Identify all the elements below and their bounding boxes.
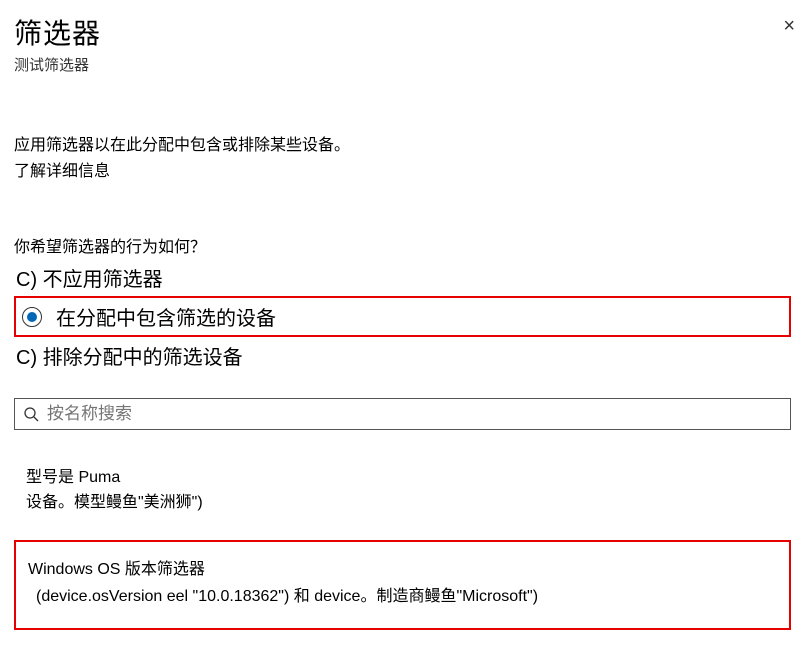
option-none-label: 不应用筛选器: [43, 269, 163, 291]
search-input[interactable]: [47, 404, 782, 424]
option-none[interactable]: C) 不应用筛选器: [14, 263, 791, 292]
option-prefix: C): [16, 269, 37, 292]
selected-filter[interactable]: Windows OS 版本筛选器 (device.osVersion eel "…: [14, 540, 791, 630]
filter-result: 型号是 Puma 设备。模型鳗鱼"美洲狮"): [14, 466, 791, 516]
panel-body: 应用筛选器以在此分配中包含或排除某些设备。 了解详细信息 你希望筛选器的行为如何…: [0, 81, 805, 630]
page-title: 筛选器: [14, 12, 791, 52]
behavior-question: 你希望筛选器的行为如何？: [14, 233, 791, 257]
learn-more-link[interactable]: 了解详细信息: [14, 157, 791, 181]
search-box[interactable]: [14, 398, 791, 430]
result-line2: 设备。模型鳗鱼"美洲狮"): [26, 491, 791, 516]
close-icon: ×: [783, 15, 795, 37]
option-prefix: C): [16, 347, 37, 370]
option-include-label: 在分配中包含筛选的设备: [56, 302, 276, 331]
page-subtitle: 测试筛选器: [14, 54, 791, 75]
intro-description: 应用筛选器以在此分配中包含或排除某些设备。: [14, 131, 791, 155]
option-exclude-label: 排除分配中的筛选设备: [43, 347, 243, 369]
search-icon: [23, 406, 39, 422]
result-line1: 型号是 Puma: [26, 466, 791, 491]
selected-filter-title: Windows OS 版本筛选器: [28, 556, 777, 583]
search-container: [14, 398, 791, 430]
panel-header: 筛选器 测试筛选器 ×: [0, 0, 805, 81]
close-button[interactable]: ×: [783, 16, 795, 36]
option-include[interactable]: 在分配中包含筛选的设备: [14, 296, 791, 337]
radio-selected-icon: [22, 307, 42, 327]
behavior-options: C) 不应用筛选器 在分配中包含筛选的设备 C) 排除分配中的筛选设备: [14, 263, 791, 370]
selected-filter-rule: (device.osVersion eel "10.0.18362") 和 de…: [28, 583, 777, 610]
option-exclude[interactable]: C) 排除分配中的筛选设备: [14, 341, 791, 370]
